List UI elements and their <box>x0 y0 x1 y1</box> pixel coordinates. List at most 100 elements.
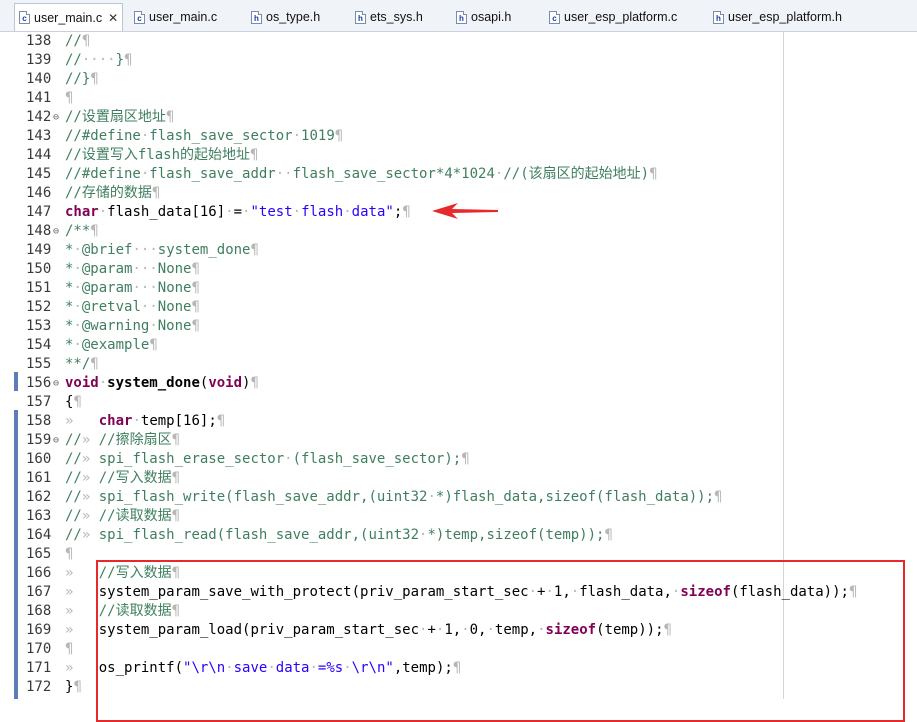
line-number: 150 <box>26 261 52 277</box>
h-file-icon: h <box>251 10 262 24</box>
code-line[interactable]: 148 ⊖ /**¶ <box>0 222 917 241</box>
line-number: 164 <box>26 527 52 543</box>
code-text: //设置写入flash的起始地址¶ <box>65 147 259 163</box>
code-line[interactable]: 162 //» spi_flash_write(flash_save_addr,(… <box>0 488 917 507</box>
line-number: 149 <box>26 242 52 258</box>
code-line[interactable]: 146 //存储的数据¶ <box>0 184 917 203</box>
h-file-icon: h <box>355 10 366 24</box>
code-text: ¶ <box>65 641 74 657</box>
line-number: 144 <box>26 147 52 163</box>
line-number: 146 <box>26 185 52 201</box>
tab-label: osapi.h <box>471 10 512 24</box>
tab-osapi-h[interactable]: h osapi.h <box>456 4 511 30</box>
code-line[interactable]: 163 //» //读取数据¶ <box>0 507 917 526</box>
editor-tab-bar: c user_main.c ✕ c user_main.c h os_type.h h ets_… <box>0 0 917 32</box>
code-line[interactable]: 164 //» spi_flash_read(flash_save_addr,(u… <box>0 526 917 545</box>
line-number: 163 <box>26 508 52 524</box>
tab-label: user_esp_platform.c <box>564 10 678 24</box>
tab-user-main-c[interactable]: c user_main.c <box>134 4 217 30</box>
code-text: }¶ <box>65 679 82 695</box>
line-number: 165 <box>26 546 52 562</box>
code-editor[interactable]: 138//¶ 139//····}¶ 140//}¶ 141 ¶ 142 ⊖//设置扇区地址… <box>0 32 917 722</box>
line-number: 147 <box>26 204 52 220</box>
fold-toggle-icon[interactable]: ⊖ <box>53 108 59 127</box>
code-line[interactable]: 158 » char·temp[16];¶ <box>0 412 917 431</box>
line-number: 141 <box>26 90 52 106</box>
fold-toggle-icon[interactable]: ⊖ <box>53 222 59 241</box>
c-file-icon: c <box>134 10 145 24</box>
code-text: *·@param···None¶ <box>65 280 200 296</box>
line-number: 145 <box>26 166 52 182</box>
code-line[interactable]: 143 //#define·flash_save_sector·1019¶ <box>0 127 917 146</box>
code-text: void·system_done(void)¶ <box>65 375 259 391</box>
code-text: //设置扇区地址¶ <box>65 109 175 125</box>
code-line[interactable]: 150 *·@param···None¶ <box>0 260 917 279</box>
line-number: 156 <box>26 375 52 391</box>
code-text: //}¶ <box>65 71 99 87</box>
code-line[interactable]: 152 *·@retval··None¶ <box>0 298 917 317</box>
code-line[interactable]: 156 ⊖ void·system_done(void)¶ <box>0 374 917 393</box>
code-text: //¶ <box>65 33 91 49</box>
tab-label: os_type.h <box>266 10 321 24</box>
code-text: //存储的数据¶ <box>65 185 161 201</box>
code-text: //#define·flash_save_sector·1019¶ <box>65 128 344 144</box>
code-text: *·@brief···system_done¶ <box>65 242 259 258</box>
line-number: 148 <box>26 223 52 239</box>
code-text: //» spi_flash_read(flash_save_addr,(uint… <box>65 527 613 543</box>
code-line[interactable]: 138 //¶ <box>0 32 917 51</box>
code-line[interactable]: 154 *·@example¶ <box>0 336 917 355</box>
line-number: 167 <box>26 584 52 600</box>
tab-label: user_main.c <box>149 10 218 24</box>
code-line[interactable]: 161 //» //写入数据¶ <box>0 469 917 488</box>
code-text: char·flash_data[16]·=·"test·flash·data";… <box>65 204 411 220</box>
line-number: 157 <box>26 394 52 410</box>
code-text: //» //读取数据¶ <box>65 508 181 524</box>
code-line[interactable]: 145 //#define·flash_save_addr··flash_save… <box>0 165 917 184</box>
code-line[interactable]: 141 ¶ <box>0 89 917 108</box>
code-line[interactable]: 140 //}¶ <box>0 70 917 89</box>
code-line[interactable]: 142 ⊖ //设置扇区地址¶ <box>0 108 917 127</box>
line-number: 170 <box>26 641 52 657</box>
code-text: {¶ <box>65 394 82 410</box>
code-text: ¶ <box>65 546 74 562</box>
tab-label: user_main.c <box>34 10 103 25</box>
code-text: » char·temp[16];¶ <box>65 413 226 429</box>
code-line[interactable]: 149 *·@brief···system_done¶ <box>0 241 917 260</box>
code-text: ¶ <box>65 90 74 106</box>
code-line[interactable]: 159 ⊖ //» //擦除扇区¶ <box>0 431 917 450</box>
code-line[interactable]: 160 //» spi_flash_erase_sector·(flash_sav… <box>0 450 917 469</box>
h-file-icon: h <box>713 10 724 24</box>
code-line[interactable]: 155 **/¶ <box>0 355 917 374</box>
c-file-icon: c <box>19 11 30 24</box>
fold-toggle-icon[interactable]: ⊖ <box>53 374 59 393</box>
code-text: *·@example¶ <box>65 337 158 353</box>
tab-user-esp-platform-h[interactable]: h user_esp_platform.h <box>713 4 842 30</box>
line-number: 153 <box>26 318 52 334</box>
line-number: 138 <box>26 33 52 49</box>
line-number: 162 <box>26 489 52 505</box>
code-text: //» spi_flash_write(flash_save_addr,(uin… <box>65 489 723 505</box>
line-number: 143 <box>26 128 52 144</box>
code-line[interactable]: 153 *·@warning·None¶ <box>0 317 917 336</box>
line-number: 168 <box>26 603 52 619</box>
code-text: /**¶ <box>65 223 99 239</box>
line-number: 166 <box>26 565 52 581</box>
tab-os-type-h[interactable]: h os_type.h <box>251 4 320 30</box>
line-number: 159 <box>26 432 52 448</box>
code-text: //····}¶ <box>65 52 133 68</box>
line-number: 169 <box>26 622 52 638</box>
line-number: 151 <box>26 280 52 296</box>
close-icon[interactable]: ✕ <box>108 11 118 25</box>
tab-ets-sys-h[interactable]: h ets_sys.h <box>355 4 423 30</box>
tab-user-esp-platform-c[interactable]: c user_esp_platform.c <box>549 4 677 30</box>
line-number: 158 <box>26 413 52 429</box>
code-line[interactable]: 151 *·@param···None¶ <box>0 279 917 298</box>
tab-user-main-c[interactable]: c user_main.c ✕ <box>14 3 124 31</box>
fold-toggle-icon[interactable]: ⊖ <box>53 431 59 450</box>
tab-label: user_esp_platform.h <box>728 10 842 24</box>
code-text: *·@param···None¶ <box>65 261 200 277</box>
code-line[interactable]: 139 //····}¶ <box>0 51 917 70</box>
code-line[interactable]: 157 {¶ <box>0 393 917 412</box>
line-number: 139 <box>26 52 52 68</box>
code-line[interactable]: 144 //设置写入flash的起始地址¶ <box>0 146 917 165</box>
